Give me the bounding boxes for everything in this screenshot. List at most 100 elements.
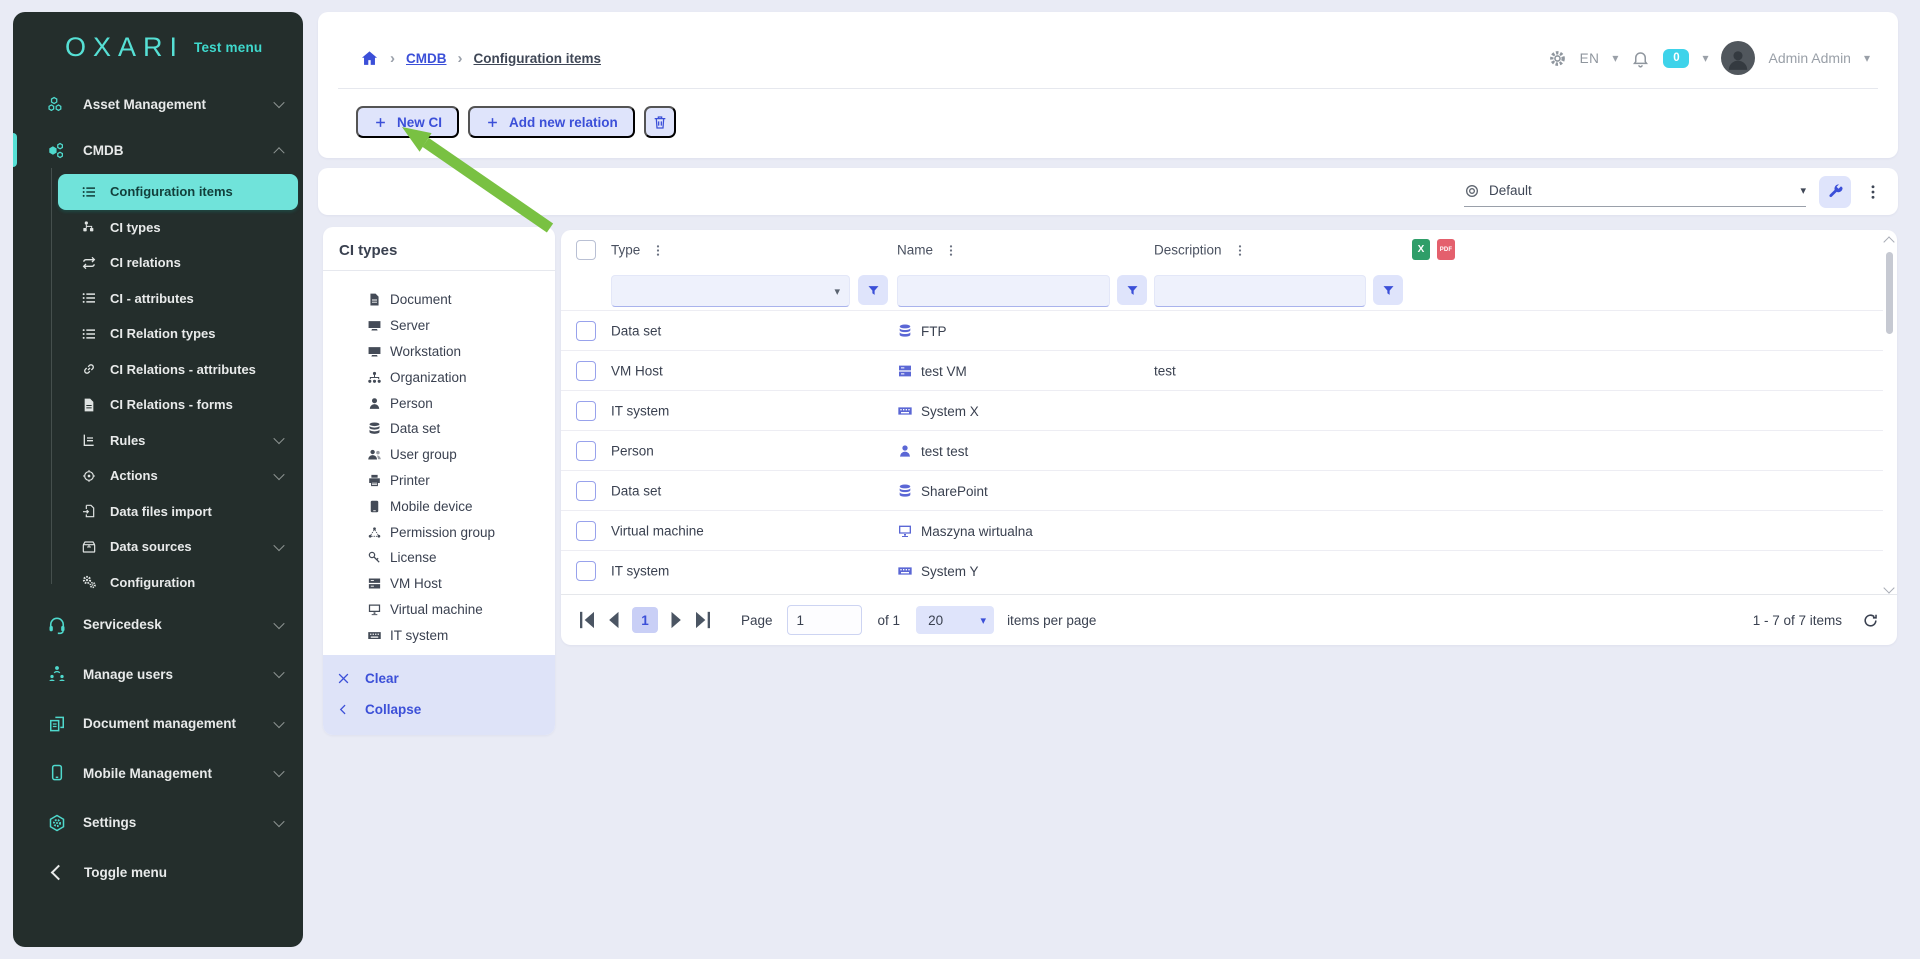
row-checkbox[interactable] — [576, 521, 596, 541]
description-filter-button[interactable] — [1373, 275, 1403, 305]
select-all-checkbox[interactable] — [576, 240, 596, 260]
first-page-button[interactable] — [573, 606, 601, 634]
row-checkbox[interactable] — [576, 361, 596, 381]
ci-type-item-server[interactable]: Server — [367, 313, 549, 339]
pdf-export-icon[interactable]: PDF — [1437, 239, 1455, 260]
scroll-down-icon[interactable] — [1883, 582, 1894, 593]
sidebar-item-manage-users[interactable]: Manage users — [13, 650, 303, 700]
table-row[interactable]: Person test test — [561, 430, 1883, 471]
ci-type-item-license[interactable]: License — [367, 545, 549, 571]
next-page-button[interactable] — [661, 606, 689, 634]
ci-type-item-data-set[interactable]: Data set — [367, 416, 549, 442]
ci-type-item-document[interactable]: Document — [367, 287, 549, 313]
clear-button[interactable]: Clear — [323, 663, 555, 694]
customize-view-button[interactable] — [1819, 176, 1851, 208]
new-ci-button[interactable]: New CI — [356, 106, 459, 138]
caret-down-icon[interactable]: ▾ — [834, 285, 840, 298]
ci-type-item-it-system[interactable]: IT system — [367, 622, 549, 648]
excel-export-icon[interactable]: X — [1412, 239, 1430, 260]
breadcrumb-link-cmdb[interactable]: CMDB — [406, 51, 447, 66]
ci-type-item-user-group[interactable]: User group — [367, 442, 549, 468]
toggle-menu-button[interactable]: Toggle menu — [13, 848, 303, 897]
sidebar-item-ci-relation-types[interactable]: CI Relation types — [13, 316, 303, 352]
table-row[interactable]: VM Host test VM test — [561, 350, 1883, 391]
sidebar-item-settings[interactable]: Settings — [13, 798, 303, 848]
ci-type-item-vm-host[interactable]: VM Host — [367, 571, 549, 597]
add-relation-button[interactable]: Add new relation — [468, 106, 635, 138]
collapse-button[interactable]: Collapse — [323, 694, 555, 725]
description-filter-input[interactable] — [1154, 275, 1366, 307]
kebab-menu-icon[interactable] — [1864, 183, 1882, 201]
notification-badge[interactable]: 0 — [1663, 49, 1689, 68]
table-row[interactable]: Virtual machine Maszyna wirtualna — [561, 510, 1883, 551]
table-scrollbar[interactable] — [1883, 236, 1895, 594]
row-checkbox[interactable] — [576, 321, 596, 341]
sidebar-item-data-sources[interactable]: Data sources — [13, 529, 303, 565]
ci-type-label: Person — [390, 396, 433, 411]
page-number-button[interactable]: 1 — [632, 607, 658, 633]
scroll-up-icon[interactable] — [1883, 236, 1894, 247]
sidebar-item-ci-relations[interactable]: CI relations — [13, 245, 303, 281]
ci-type-item-permission-group[interactable]: Permission group — [367, 519, 549, 545]
sidebar-item-document-management[interactable]: Document management — [13, 699, 303, 749]
delete-button[interactable] — [644, 106, 676, 138]
sidebar-item-cmdb[interactable]: CMDB — [13, 126, 303, 174]
prev-page-button[interactable] — [601, 606, 629, 634]
view-select[interactable]: Default ▾ — [1464, 183, 1806, 207]
row-checkbox[interactable] — [576, 441, 596, 461]
ci-type-label: Printer — [390, 473, 430, 488]
ci-type-item-organization[interactable]: Organization — [367, 364, 549, 390]
ci-type-item-mobile-device[interactable]: Mobile device — [367, 493, 549, 519]
column-menu-icon[interactable] — [651, 243, 665, 257]
name-filter-input[interactable] — [897, 275, 1110, 307]
row-checkbox[interactable] — [576, 401, 596, 421]
new-ci-label: New CI — [397, 115, 442, 130]
gear-icon[interactable] — [1548, 49, 1567, 68]
type-filter-input[interactable]: ▾ — [611, 275, 850, 307]
row-checkbox[interactable] — [576, 561, 596, 581]
column-menu-icon[interactable] — [1233, 243, 1247, 257]
ci-type-item-workstation[interactable]: Workstation — [367, 339, 549, 365]
home-icon[interactable] — [360, 49, 379, 68]
table-row[interactable]: IT system System Y — [561, 550, 1883, 591]
caret-down-icon[interactable]: ▾ — [1702, 51, 1708, 65]
ci-row-icon — [897, 323, 913, 339]
sidebar-item-ci-relations-forms[interactable]: CI Relations - forms — [13, 387, 303, 423]
sidebar-item-configuration[interactable]: Configuration — [13, 565, 303, 601]
sidebar-item-mobile-management[interactable]: Mobile Management — [13, 749, 303, 799]
name-filter-button[interactable] — [1117, 275, 1147, 305]
row-checkbox[interactable] — [576, 481, 596, 501]
sidebar-item-configuration-items[interactable]: Configuration items — [58, 174, 298, 210]
ci-type-item-virtual-machine[interactable]: Virtual machine — [367, 597, 549, 623]
caret-down-icon[interactable]: ▾ — [1612, 51, 1618, 65]
table-row[interactable]: IT system System X — [561, 390, 1883, 431]
sidebar-item-actions[interactable]: Actions — [13, 458, 303, 494]
chevron-down-icon — [273, 618, 284, 629]
ci-type-item-printer[interactable]: Printer — [367, 468, 549, 494]
page-size-select[interactable]: 20 ▾ — [916, 606, 994, 634]
table-row[interactable]: Data set FTP — [561, 310, 1883, 351]
avatar[interactable] — [1721, 41, 1755, 75]
sidebar-item-asset-management[interactable]: Asset Management — [13, 82, 303, 126]
plus-icon — [373, 115, 388, 130]
breadcrumb-current[interactable]: Configuration items — [474, 51, 602, 66]
ci-type-item-person[interactable]: Person — [367, 390, 549, 416]
user-name[interactable]: Admin Admin — [1768, 50, 1850, 66]
sidebar-item-ci-relations-attributes[interactable]: CI Relations - attributes — [13, 352, 303, 388]
last-page-button[interactable] — [689, 606, 717, 634]
sidebar-item-rules[interactable]: Rules — [13, 423, 303, 459]
sidebar-item-data-files-import[interactable]: Data files import — [13, 494, 303, 530]
refresh-icon[interactable] — [1862, 612, 1879, 629]
column-menu-icon[interactable] — [944, 243, 958, 257]
sidebar-item-ci-attributes[interactable]: CI - attributes — [13, 281, 303, 317]
x-icon — [336, 671, 351, 686]
bell-icon[interactable] — [1631, 49, 1650, 68]
type-filter-button[interactable] — [858, 275, 888, 305]
table-row[interactable]: Data set SharePoint — [561, 470, 1883, 511]
sidebar-item-ci-types[interactable]: CI types — [13, 210, 303, 246]
caret-down-icon[interactable]: ▾ — [1864, 51, 1870, 65]
page-input[interactable]: 1 — [787, 605, 862, 635]
sidebar-item-servicedesk[interactable]: Servicedesk — [13, 600, 303, 650]
scrollbar-thumb[interactable] — [1886, 252, 1893, 334]
language-selector[interactable]: EN — [1580, 51, 1600, 66]
